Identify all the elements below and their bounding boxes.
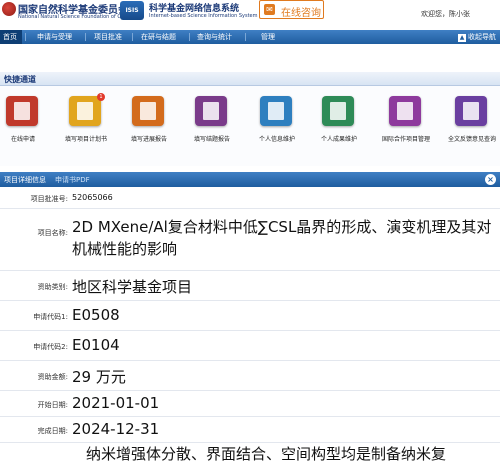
detail-row: 资助金额: 29 万元: [0, 361, 500, 391]
quick-feedback-query[interactable]: 全文反馈意见查询: [441, 96, 500, 156]
online-apply-icon: [6, 96, 38, 126]
nav-apply[interactable]: 申请与受理: [37, 30, 72, 44]
user-info-icon: [260, 96, 292, 126]
apply-code-1-value: E0508: [72, 306, 120, 324]
chat-icon: ✉: [264, 4, 275, 15]
nsfc-name-en: National Natural Science Foundation of C…: [18, 14, 132, 20]
collapse-nav-button[interactable]: ▲ 收起导航: [458, 32, 496, 42]
detail-row: 开始日期: 2021-01-01: [0, 391, 500, 417]
quick-progress-report[interactable]: 填写进展报告: [118, 96, 180, 156]
online-consult-label: 在线咨询: [281, 8, 321, 19]
nav-query[interactable]: 查询与统计: [197, 30, 232, 44]
funding-category-value: 地区科学基金项目: [72, 278, 193, 296]
nav-divider: [132, 33, 133, 41]
end-date-value: 2024-12-31: [72, 420, 160, 438]
quick-final-report[interactable]: 填写结题报告: [181, 96, 243, 156]
notification-badge: 1: [97, 93, 105, 101]
chevron-up-icon: ▲: [458, 34, 466, 42]
close-icon[interactable]: ×: [485, 174, 496, 185]
project-detail-header: 项目详细信息 申请书PDF ×: [0, 172, 500, 187]
quick-item-label: 国际合作项目管理: [381, 136, 430, 143]
main-nav: 首页 申请与受理 项目批准 在研与结题 查询与统计 管理 ▲ 收起导航: [0, 30, 500, 44]
quick-intl-cooperation[interactable]: 国际合作项目管理: [375, 96, 437, 156]
nav-approval[interactable]: 项目批准: [94, 30, 122, 44]
nav-home[interactable]: 首页: [0, 30, 22, 44]
collapse-nav-label: 收起导航: [468, 33, 496, 41]
funding-amount-value: 29 万元: [72, 368, 126, 386]
system-name-en: Internet-based Science Information Syste…: [149, 13, 258, 19]
detail-row: 纳米增强体分散、界面结合、空间构型均是制备纳米复: [0, 443, 500, 465]
funding-category-label: 资助类别:: [37, 283, 68, 291]
quick-personal-info[interactable]: 个人信息维护: [246, 96, 308, 156]
apply-code-1-label: 申请代码1:: [33, 313, 68, 321]
end-date-label: 完成日期:: [37, 427, 68, 435]
start-date-value: 2021-01-01: [72, 394, 160, 412]
detail-row: 申请代码1: E0508: [0, 301, 500, 331]
quick-personal-results[interactable]: 个人成果维护: [308, 96, 370, 156]
quick-item-label: 个人成果维护: [320, 136, 357, 143]
project-detail-body: 项目批准号: 52065066 项目名称: 2D MXene/Al复合材料中低∑…: [0, 187, 500, 465]
quick-item-label: 填写结题报告: [193, 136, 230, 143]
funding-amount-label: 资助金额:: [37, 373, 68, 381]
abstract-text: 纳米增强体分散、界面结合、空间构型均是制备纳米复: [86, 445, 447, 463]
quick-access-panel: 在线申请 1 填写项目计划书 填写进展报告 填写结题报告 个人信息维护 个人成果…: [0, 86, 500, 166]
project-name-value: 2D MXene/Al复合材料中低∑CSL晶界的形成、演变机理及其对机械性能的影…: [72, 218, 492, 258]
project-name-label: 项目名称:: [37, 229, 68, 237]
quick-online-apply[interactable]: 在线申请: [0, 96, 54, 156]
quick-plan-book[interactable]: 1 填写项目计划书: [55, 93, 117, 156]
detail-row: 项目名称: 2D MXene/Al复合材料中低∑CSL晶界的形成、演变机理及其对…: [0, 209, 500, 271]
detail-row: 项目批准号: 52065066: [0, 187, 500, 209]
approval-number-value: 52065066: [72, 193, 113, 202]
quick-access-title: 快捷通道: [4, 75, 36, 84]
detail-row: 资助类别: 地区科学基金项目: [0, 271, 500, 301]
quick-item-label: 个人信息维护: [258, 136, 295, 143]
user-results-icon: [322, 96, 354, 126]
progress-report-icon: [132, 96, 164, 126]
nav-ongoing[interactable]: 在研与结题: [141, 30, 176, 44]
quick-item-label: 填写进展报告: [130, 136, 167, 143]
detail-row: 完成日期: 2024-12-31: [0, 417, 500, 443]
project-detail-title: 项目详细信息: [4, 176, 46, 184]
quick-item-label: 全文反馈意见查询: [447, 136, 496, 143]
apply-code-2-value: E0104: [72, 336, 120, 354]
welcome-text: 欢迎您，陈小张: [421, 10, 470, 18]
nav-divider: [189, 33, 190, 41]
online-consult-button[interactable]: ✉ 在线咨询: [259, 0, 324, 19]
site-header: 国家自然科学基金委员会 National Natural Science Fou…: [0, 0, 500, 30]
quick-access-bar: 快捷通道: [0, 72, 500, 86]
nav-divider: [85, 33, 86, 41]
intl-cooperation-icon: [389, 96, 421, 126]
nav-manage[interactable]: 管理: [261, 30, 275, 44]
start-date-label: 开始日期:: [37, 401, 68, 409]
nav-divider: [245, 33, 246, 41]
final-report-icon: [195, 96, 227, 126]
nav-divider: [25, 33, 26, 41]
nsfc-logo-icon: [2, 2, 16, 16]
quick-item-label: 在线申请: [10, 136, 35, 143]
approval-number-label: 项目批准号:: [30, 195, 68, 203]
detail-row: 申请代码2: E0104: [0, 331, 500, 361]
plan-book-icon: [69, 96, 101, 126]
isis-logo-icon: ISIS: [120, 1, 144, 20]
apply-code-2-label: 申请代码2:: [33, 343, 68, 351]
quick-item-label: 填写项目计划书: [64, 136, 107, 143]
feedback-query-icon: [455, 96, 487, 126]
application-pdf-link[interactable]: 申请书PDF: [55, 175, 90, 185]
